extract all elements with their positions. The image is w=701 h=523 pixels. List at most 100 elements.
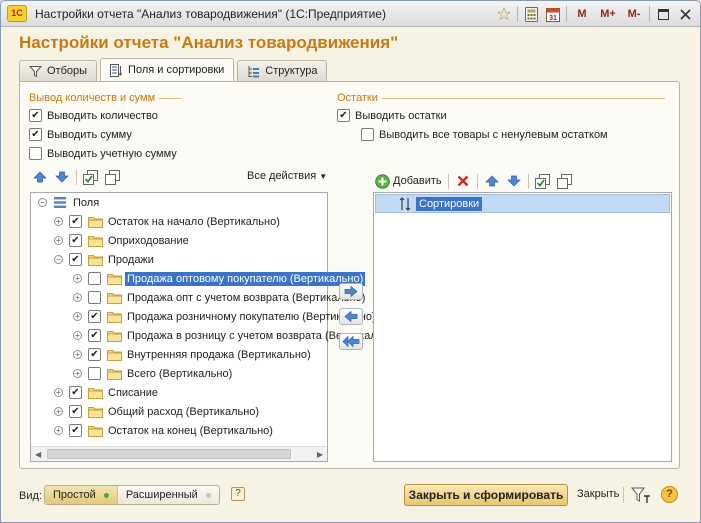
tab-fields-sorting[interactable]: Поля и сортировки	[100, 58, 235, 81]
scroll-left-icon[interactable]: ◀	[35, 450, 41, 459]
tree-row-checkbox[interactable]	[88, 367, 101, 380]
close-icon[interactable]	[676, 5, 694, 23]
uncheck-all-button[interactable]	[105, 169, 121, 185]
view-mode-simple[interactable]: Простой	[45, 486, 117, 504]
tree-row-checkbox[interactable]	[69, 234, 82, 247]
expand-icon[interactable]: +	[73, 274, 82, 283]
sort-list-row[interactable]: Сортировки	[375, 194, 670, 213]
all-actions-menu[interactable]: Все действия ▼	[247, 170, 327, 182]
tree-row[interactable]: + Всего (Вертикально)	[31, 364, 327, 383]
tree-row[interactable]: + Списание	[31, 383, 327, 402]
expand-icon[interactable]: +	[54, 217, 63, 226]
tree-row-checkbox[interactable]	[69, 253, 82, 266]
add-field-to-sort-button[interactable]	[339, 283, 363, 300]
sort-uncheck-all-button[interactable]	[556, 173, 573, 189]
tree-row-checkbox[interactable]	[69, 405, 82, 418]
tree-row[interactable]: + Продажа опт с учетом возврата (Вертикал…	[31, 288, 365, 307]
tree-row[interactable]: + Общий расход (Вертикально)	[31, 402, 327, 421]
check-all-button[interactable]	[83, 169, 99, 185]
horizontal-scrollbar[interactable]: ◀ ▶	[31, 446, 327, 461]
delete-icon	[457, 175, 468, 187]
memory-add-button[interactable]: M+	[597, 5, 619, 23]
tab-bar: Отборы Поля и сортировки Структура	[19, 58, 328, 81]
fields-icon	[110, 63, 123, 77]
tree-row-checkbox[interactable]	[88, 310, 101, 323]
expand-icon[interactable]: +	[73, 331, 82, 340]
output-quantity-option[interactable]: Выводить количество	[29, 109, 158, 122]
tree-row-checkbox[interactable]	[69, 424, 82, 437]
tree-row[interactable]: + Остаток на конец (Вертикально)	[31, 421, 327, 440]
output-quantity-checkbox[interactable]	[29, 109, 42, 122]
expand-icon[interactable]: +	[73, 312, 82, 321]
fields-tree[interactable]: − Поля +Остаток на начало (Вертикально)+…	[30, 192, 398, 462]
add-sort-button[interactable]: Добавить	[375, 173, 442, 189]
expand-icon[interactable]: +	[73, 350, 82, 359]
star-icon[interactable]	[495, 5, 513, 23]
tree-row-checkbox[interactable]	[88, 272, 101, 285]
maximize-icon[interactable]	[654, 5, 672, 23]
expand-icon[interactable]: +	[54, 388, 63, 397]
tree-row-checkbox[interactable]	[69, 215, 82, 228]
collapse-icon[interactable]: −	[54, 255, 63, 264]
tree-row[interactable]: + Внутренняя продажа (Вертикально)	[31, 345, 327, 364]
expand-icon[interactable]: +	[54, 407, 63, 416]
expand-icon[interactable]: +	[73, 293, 82, 302]
delete-sort-button[interactable]	[455, 173, 471, 189]
tree-row-label: Остаток на начало (Вертикально)	[108, 215, 280, 228]
all-actions-label: Все действия	[247, 170, 317, 182]
remove-all-from-sort-button[interactable]	[339, 333, 363, 350]
memory-store-button[interactable]: M	[571, 5, 593, 23]
move-down-button[interactable]	[54, 169, 70, 185]
tree-row-checkbox[interactable]	[88, 291, 101, 304]
move-up-button[interactable]	[32, 169, 48, 185]
scroll-thumb[interactable]	[47, 449, 291, 459]
tree-row-checkbox[interactable]	[88, 348, 101, 361]
sort-move-down-button[interactable]	[506, 173, 522, 189]
close-and-generate-button[interactable]: Закрыть и сформировать	[404, 484, 568, 506]
calculator-icon[interactable]	[522, 5, 540, 23]
view-mode-simple-label: Простой	[53, 489, 96, 501]
group-rule	[381, 97, 665, 99]
close-button[interactable]: Закрыть	[577, 488, 619, 500]
tree-root[interactable]: − Поля	[31, 193, 327, 212]
show-balances-option[interactable]: Выводить остатки	[337, 109, 447, 122]
tree-row[interactable]: − Продажи	[31, 250, 327, 269]
show-balances-checkbox[interactable]	[337, 109, 350, 122]
app-logo-icon: 1С	[7, 5, 27, 22]
collapse-icon[interactable]: −	[38, 198, 47, 207]
tab-filters[interactable]: Отборы	[19, 60, 98, 81]
sort-move-up-button[interactable]	[484, 173, 500, 189]
tab-structure-label: Структура	[265, 65, 318, 77]
output-sum-option[interactable]: Выводить сумму	[29, 128, 132, 141]
balances-group-title-text: Остатки	[337, 92, 378, 104]
show-nonzero-items-option[interactable]: Выводить все товары с ненулевым остатком	[361, 128, 608, 141]
expand-icon[interactable]: +	[73, 369, 82, 378]
scroll-right-icon[interactable]: ▶	[317, 450, 323, 459]
memory-subtract-button[interactable]: M-	[623, 5, 645, 23]
output-quantity-label: Выводить количество	[47, 109, 158, 122]
show-nonzero-items-checkbox[interactable]	[361, 128, 374, 141]
tree-row[interactable]: +Продажа в розницу с учетом возврата (Ве…	[31, 326, 398, 345]
output-accounting-sum-checkbox[interactable]	[29, 147, 42, 160]
help-icon[interactable]: ?	[661, 486, 678, 503]
sort-check-all-button[interactable]	[534, 173, 551, 189]
tree-row-checkbox[interactable]	[69, 386, 82, 399]
remove-field-from-sort-button[interactable]	[339, 308, 363, 325]
folder-icon	[88, 406, 103, 418]
view-mode-extended[interactable]: Расширенный	[116, 486, 219, 504]
output-sum-checkbox[interactable]	[29, 128, 42, 141]
tree-row[interactable]: + Оприходование	[31, 231, 327, 250]
tree-row[interactable]: + Продажа оптовому покупателю (Вертикальн…	[31, 269, 366, 288]
filter-settings-icon[interactable]	[630, 486, 651, 504]
tree-row[interactable]: +Продажа розничному покупателю (Вертикал…	[31, 307, 376, 326]
folder-icon	[107, 330, 122, 342]
tree-row[interactable]: + Остаток на начало (Вертикально)	[31, 212, 327, 231]
tab-structure[interactable]: Структура	[237, 60, 328, 81]
sort-list[interactable]: Сортировки	[373, 192, 672, 462]
output-accounting-sum-option[interactable]: Выводить учетную сумму	[29, 147, 177, 160]
expand-icon[interactable]: +	[54, 426, 63, 435]
calendar-icon[interactable]: 31	[544, 5, 562, 23]
tree-row-checkbox[interactable]	[88, 329, 101, 342]
expand-icon[interactable]: +	[54, 236, 63, 245]
view-mode-help-icon[interactable]: ?	[231, 487, 245, 501]
